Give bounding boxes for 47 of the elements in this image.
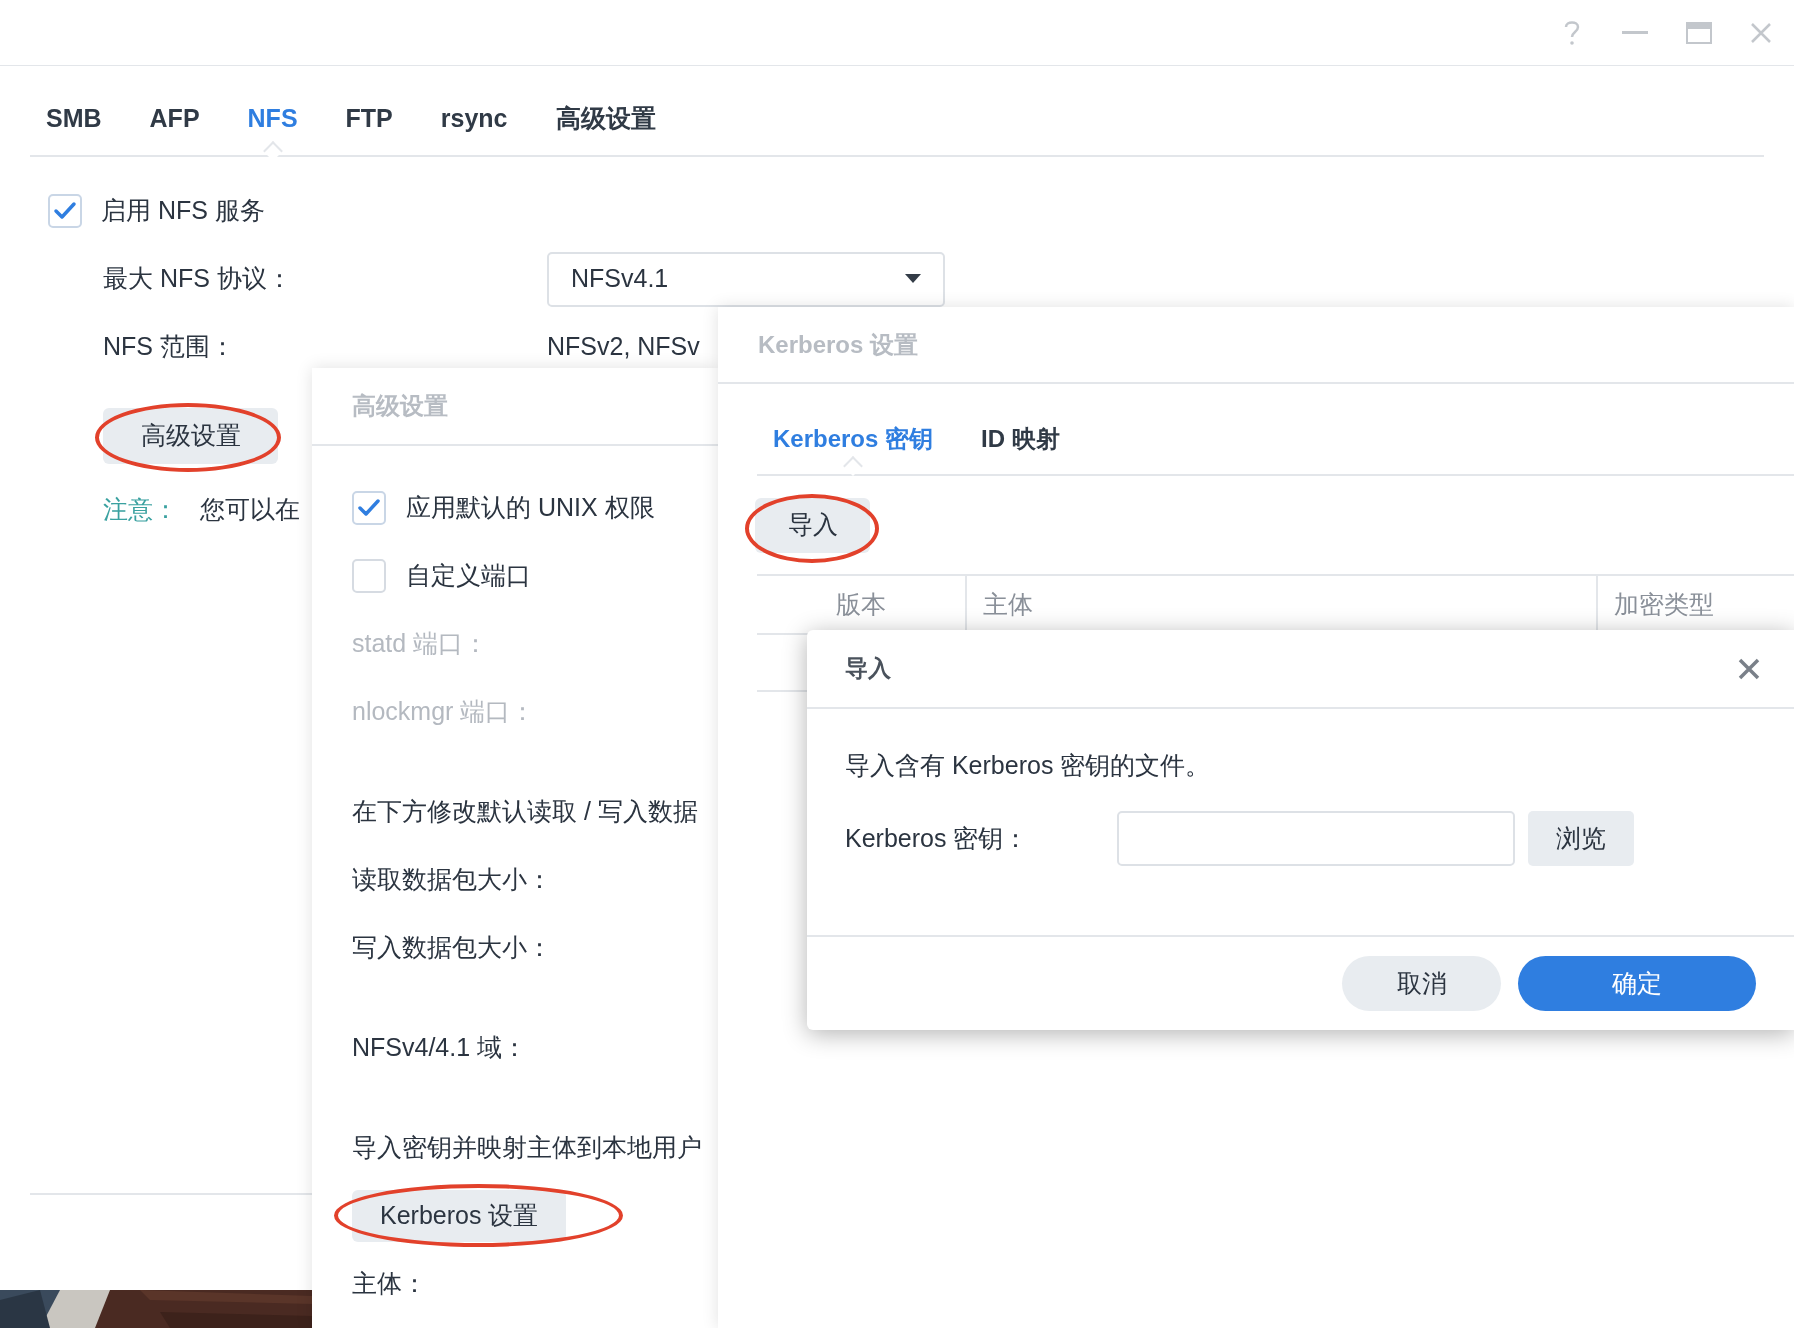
protocol-select[interactable]: NFSv4.1 — [547, 251, 945, 307]
tab[interactable]: FTP — [345, 103, 393, 132]
description-text: 导入密钥并映射主体到本地用户 — [352, 1132, 702, 1164]
import-button[interactable]: 导入 — [755, 497, 870, 553]
confirm-button[interactable]: 确定 — [1518, 956, 1756, 1011]
field-label: NFSv4/4.1 域： — [352, 1032, 528, 1064]
checkmark-icon — [357, 498, 381, 518]
tab[interactable]: AFP — [149, 103, 200, 132]
field-label: statd 端口： — [352, 628, 489, 660]
field-label: NFS 范围： — [103, 331, 236, 363]
minimize-icon[interactable] — [1622, 30, 1648, 35]
note-label: 注意： — [103, 494, 178, 525]
close-icon[interactable] — [1750, 21, 1772, 44]
cancel-button[interactable]: 取消 — [1342, 956, 1501, 1011]
maximize-icon[interactable] — [1686, 21, 1712, 44]
advanced-settings-button[interactable]: 高级设置 — [103, 408, 278, 464]
tab[interactable]: rsync — [440, 103, 508, 132]
description-text: 在下方修改默认读取 / 写入数据 — [352, 796, 698, 828]
checkbox-label: 应用默认的 UNIX 权限 — [406, 492, 655, 524]
tab[interactable]: 高级设置 — [555, 103, 656, 132]
field-label: 最大 NFS 协议： — [103, 263, 293, 295]
tab[interactable]: SMB — [46, 103, 102, 132]
kerberos-settings-button[interactable]: Kerberos 设置 — [352, 1190, 567, 1242]
tab[interactable]: Kerberos 密钥 — [773, 425, 934, 452]
close-icon[interactable] — [1738, 657, 1760, 680]
note-text: 您可以在 — [200, 494, 300, 525]
field-label: 写入数据包大小： — [352, 932, 552, 964]
field-value: NFSv2, NFSv — [547, 331, 700, 363]
field-label: nlockmgr 端口： — [352, 696, 536, 728]
dialog-title: 导入 — [845, 654, 891, 684]
checkbox[interactable] — [352, 559, 386, 593]
dialog-message: 导入含有 Kerberos 密钥的文件。 — [845, 750, 1212, 781]
tab[interactable]: ID 映射 — [981, 425, 1060, 452]
checkbox-label: 自定义端口 — [406, 560, 531, 592]
checkbox[interactable] — [48, 194, 82, 228]
key-file-field[interactable] — [1117, 811, 1515, 866]
checkmark-icon — [53, 201, 77, 221]
checkbox[interactable] — [352, 491, 386, 525]
dialog-title: 高级设置 — [352, 391, 448, 421]
dropdown-caret-icon — [905, 274, 921, 284]
dialog-title: Kerberos 设置 — [758, 329, 919, 360]
field-label: 读取数据包大小： — [352, 864, 552, 896]
browse-button[interactable]: 浏览 — [1528, 811, 1634, 866]
field-label: Kerberos 密钥： — [845, 822, 1030, 854]
field-label: 主体： — [352, 1268, 427, 1300]
tab[interactable]: NFS — [247, 103, 298, 132]
checkbox-label: 启用 NFS 服务 — [101, 195, 265, 227]
